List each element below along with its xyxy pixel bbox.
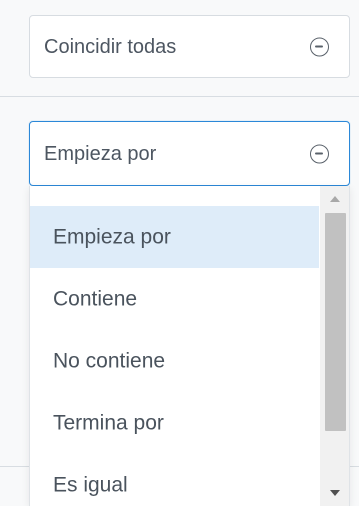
separator-line [0, 96, 359, 97]
dropdown-option-contiene[interactable]: Contiene [30, 268, 319, 330]
dropdown-option-label: Es igual [53, 473, 128, 497]
chevron-down-icon[interactable] [330, 490, 340, 496]
match-mode-value: Coincidir todas [44, 35, 177, 58]
minus-circle-icon[interactable] [310, 144, 329, 163]
minus-circle-icon[interactable] [310, 37, 329, 56]
dropdown-option-label: Empieza por [53, 225, 171, 249]
dropdown-option-label: No contiene [53, 349, 166, 373]
filter-panel: Coincidir todas Empieza por Empieza por … [0, 0, 359, 506]
dropdown-scrollbar[interactable] [320, 186, 349, 506]
dropdown-option-empieza-por[interactable]: Empieza por [30, 206, 319, 268]
chevron-up-icon[interactable] [330, 196, 340, 202]
scrollbar-thumb[interactable] [325, 213, 346, 431]
dropdown-option-termina-por[interactable]: Termina por [30, 392, 319, 454]
condition-value: Empieza por [44, 142, 157, 165]
match-mode-select[interactable]: Coincidir todas [29, 15, 350, 78]
dropdown-option-es-igual[interactable]: Es igual [30, 454, 319, 506]
dropdown-option-label: Termina por [53, 411, 164, 435]
dropdown-option-no-contiene[interactable]: No contiene [30, 330, 319, 392]
dropdown-option-label: Contiene [53, 287, 138, 311]
condition-select[interactable]: Empieza por [29, 121, 350, 186]
condition-dropdown-menu[interactable]: Empieza por Contiene No contiene Termina… [29, 186, 350, 506]
